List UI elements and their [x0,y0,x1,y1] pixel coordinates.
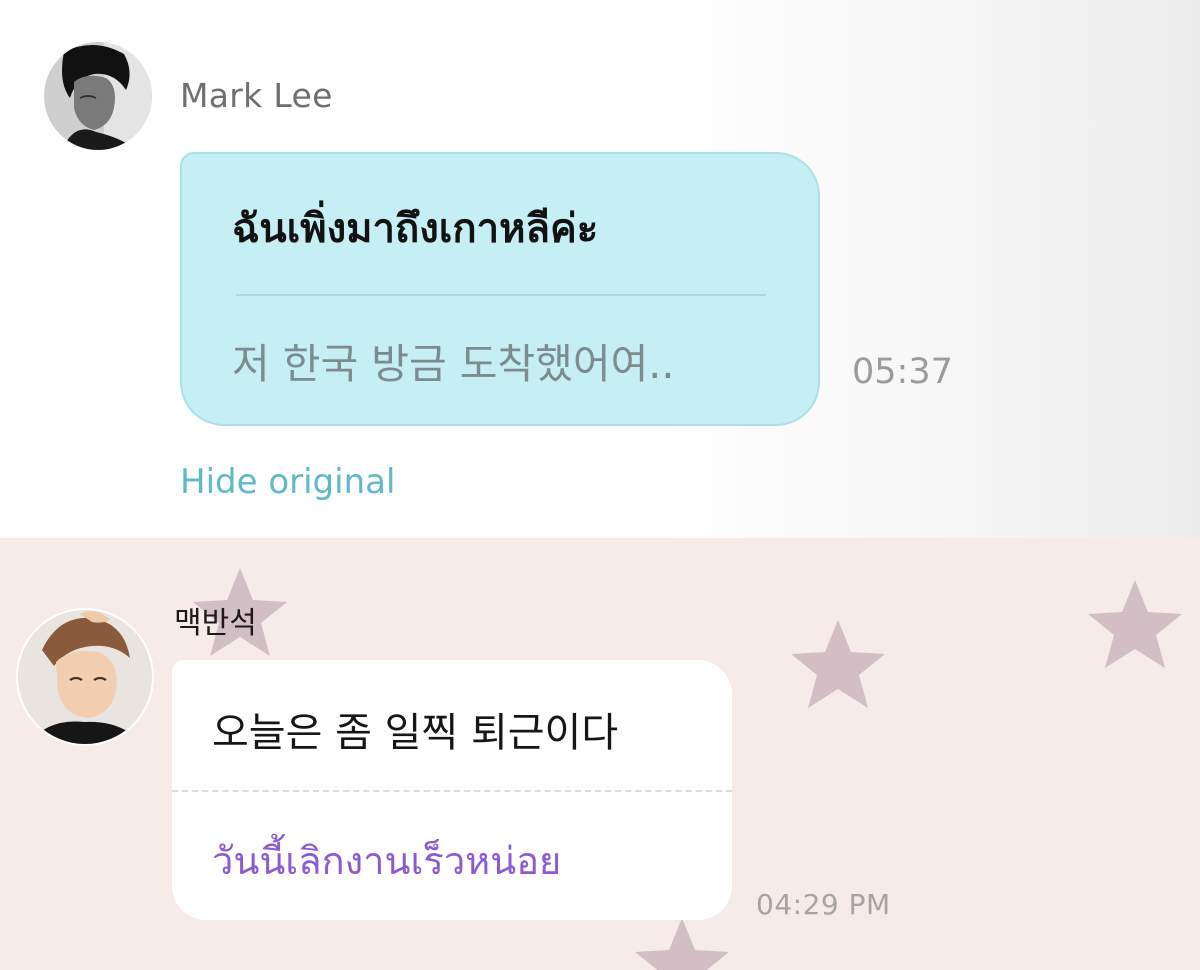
message-bubble[interactable]: 오늘은 좀 일찍 퇴근이다 วันนี้เลิกงานเร็วหน่อย [172,660,732,920]
message-bubble[interactable]: ฉันเพิ่งมาถึงเกาหลีค่ะ 저 한국 방금 도착했어여.. [180,152,820,426]
avatar-photo [18,610,152,744]
sender-name: 맥반석 [174,606,257,641]
star-shape [635,918,729,970]
avatar-photo [44,42,152,150]
sender-name: Mark Lee [180,76,333,115]
bubble-divider [172,790,732,792]
hide-original-link[interactable]: Hide original [180,462,395,502]
original-text: 저 한국 방금 도착했어여.. [232,340,675,388]
original-text: 오늘은 좀 일찍 퇴근이다 [212,710,619,756]
message-timestamp: 05:37 [852,352,953,392]
translated-text: วันนี้เลิกงานเร็วหน่อย [212,839,562,883]
star-shape [1088,580,1182,668]
message-timestamp: 04:29 PM [756,888,891,921]
star-shape [791,620,885,708]
translated-text: ฉันเพิ่งมาถึงเกาหลีค่ะ [232,206,599,252]
bubble-divider [236,294,766,296]
avatar[interactable] [16,608,154,746]
avatar[interactable] [44,42,152,150]
